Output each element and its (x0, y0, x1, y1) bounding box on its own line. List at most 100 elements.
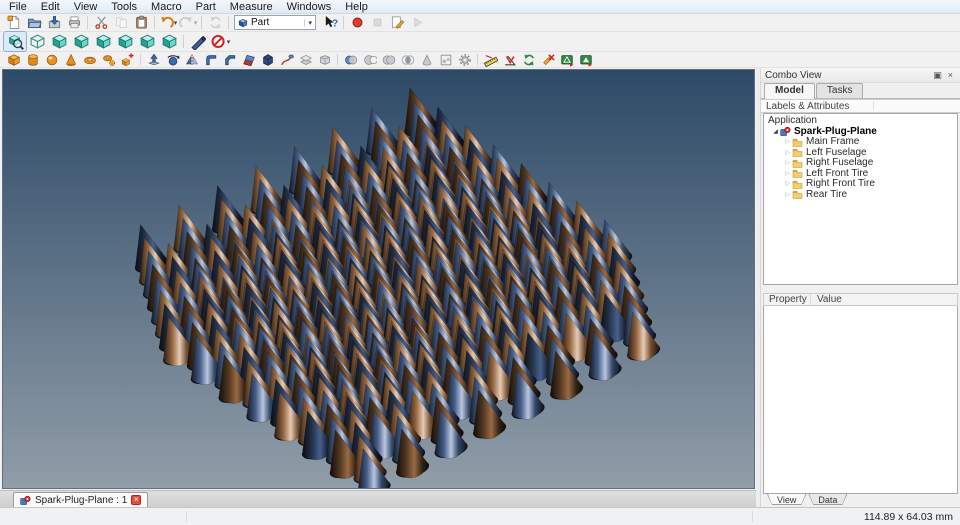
toolbar-button-offset[interactable] (296, 52, 315, 67)
expand-arrow-icon[interactable]: ▷ (783, 148, 792, 159)
toolbar-button-measure-distance[interactable] (187, 32, 209, 51)
expand-arrow-icon[interactable]: ▷ (783, 169, 792, 180)
property-panel-header: Property Value (763, 293, 958, 306)
toolbar-button-compound[interactable] (436, 52, 455, 67)
toolbar-button-connect[interactable] (417, 52, 436, 67)
toolbar-button-play[interactable] (407, 14, 427, 31)
toolbar-button-clipping-plane[interactable]: ▾ (209, 32, 231, 51)
toolbar-button-save[interactable] (44, 14, 64, 31)
tree-item-main-frame[interactable]: ▷ Main Frame (764, 136, 957, 148)
close-tab-icon[interactable]: × (131, 495, 142, 505)
status-dimensions: 114.89 x 64.03 mm (863, 510, 953, 523)
expand-arrow-icon[interactable]: ▷ (783, 137, 792, 148)
toolbar-button-measure-angular[interactable] (500, 52, 519, 67)
toolbar-button-view-left[interactable] (158, 32, 180, 51)
tab-tasks[interactable]: Tasks (815, 83, 864, 98)
toolbar-button-sphere[interactable] (42, 52, 61, 67)
toolbar-button-open[interactable] (24, 14, 44, 31)
toolbar-button-axonometric[interactable] (26, 32, 48, 51)
toolbar-button-boolean[interactable] (341, 52, 360, 67)
toolbar-button-union[interactable] (379, 52, 398, 67)
toolbar-button-record[interactable] (347, 14, 367, 31)
menu-help[interactable]: Help (338, 0, 375, 14)
menu-windows[interactable]: Windows (280, 0, 339, 14)
menu-edit[interactable]: Edit (34, 0, 67, 14)
toolbar-button-toggle-3d[interactable] (557, 52, 576, 67)
tree-item-right-fuselage[interactable]: ▷ Right Fuselage (764, 157, 957, 169)
property-panel-body[interactable] (763, 306, 958, 494)
toolbar-button-extrude[interactable] (144, 52, 163, 67)
expand-arrow-icon[interactable]: ▷ (783, 190, 792, 201)
combo-view-title: Combo View (765, 69, 822, 81)
toolbar-button-clear-measurement[interactable] (538, 52, 557, 67)
tab-view[interactable]: View (767, 494, 806, 505)
toolbar-button-cut[interactable] (91, 14, 111, 31)
toolbar-button-view-bottom[interactable] (136, 32, 158, 51)
document-tab[interactable]: Spark-Plug-Plane : 1 × (13, 492, 149, 507)
toolbar-button-new[interactable] (4, 14, 24, 31)
menu-macro[interactable]: Macro (144, 0, 189, 14)
main-3d-viewport[interactable] (2, 69, 755, 489)
toolbar-button-redo[interactable]: ▾ (178, 14, 198, 31)
tab-model[interactable]: Model (764, 83, 815, 99)
toolbar-button-cut-bool[interactable] (360, 52, 379, 67)
toolbar-button-view-top[interactable] (70, 32, 92, 51)
toolbar-button-compound-tools[interactable] (455, 52, 474, 67)
toolbar-button-whatsthis[interactable]: ? (320, 14, 340, 31)
toolbar-separator (183, 34, 184, 49)
toolbar-button-thickness[interactable] (315, 52, 334, 67)
toolbar-button-copy[interactable] (111, 14, 131, 31)
menu-view[interactable]: View (67, 0, 105, 14)
toolbar-button-refresh[interactable] (205, 14, 225, 31)
toolbar-button-torus[interactable] (80, 52, 99, 67)
tree-item-right-front-tire[interactable]: ▷ Right Front Tire (764, 178, 957, 190)
folder-icon (792, 179, 804, 190)
folder-icon (792, 137, 804, 148)
dropdown-arrow-icon[interactable]: ▾ (174, 19, 178, 27)
toolbar-separator (87, 16, 88, 29)
toolbar-button-view-right[interactable] (92, 32, 114, 51)
toolbar-button-box[interactable] (4, 52, 23, 67)
toolbar-button-cylinder[interactable] (23, 52, 42, 67)
toolbar-button-loft[interactable] (258, 52, 277, 67)
toolbar-separator (154, 16, 155, 29)
float-panel-icon[interactable]: ▣ (930, 70, 945, 80)
toolbar-button-intersection[interactable] (398, 52, 417, 67)
toolbar-button-macro-edit[interactable] (387, 14, 407, 31)
close-panel-icon[interactable]: × (945, 70, 956, 80)
tree-item-document[interactable]: ◢ Spark-Plug-Plane (764, 126, 957, 138)
toolbar-button-sweep[interactable] (277, 52, 296, 67)
toolbar-button-undo[interactable]: ▾ (158, 14, 178, 31)
toolbar-button-ruled-surface[interactable] (239, 52, 258, 67)
toolbar-button-fillet[interactable] (201, 52, 220, 67)
tree-item-application[interactable]: Application (764, 115, 957, 127)
toolbar-button-stop[interactable] (367, 14, 387, 31)
expand-arrow-icon[interactable]: ◢ (771, 127, 780, 138)
toolbar-button-create-primitives[interactable] (99, 52, 118, 67)
menu-measure[interactable]: Measure (223, 0, 280, 14)
toolbar-button-refresh-measurement[interactable] (519, 52, 538, 67)
workbench-selector[interactable]: Part ▾ (234, 15, 316, 30)
toolbar-button-chamfer[interactable] (220, 52, 239, 67)
toolbar-button-revolve[interactable] (163, 52, 182, 67)
dropdown-arrow-icon[interactable]: ▾ (227, 38, 231, 46)
toolbar-button-cone[interactable] (61, 52, 80, 67)
expand-arrow-icon[interactable]: ▷ (783, 179, 792, 190)
toolbar-button-view-front[interactable] (48, 32, 70, 51)
menu-tools[interactable]: Tools (104, 0, 144, 14)
expand-arrow-icon[interactable]: ▷ (783, 158, 792, 169)
tree-item-rear-tire[interactable]: ▷ Rear Tire (764, 189, 957, 201)
toolbar-button-shape-builder[interactable] (118, 52, 137, 67)
menu-part[interactable]: Part (189, 0, 223, 14)
toolbar-button-mirror[interactable] (182, 52, 201, 67)
viewport-canvas[interactable] (3, 70, 754, 488)
dropdown-arrow-icon[interactable]: ▾ (194, 19, 198, 27)
toolbar-button-paste[interactable] (131, 14, 151, 31)
toolbar-button-toggle-delta[interactable] (576, 52, 595, 67)
toolbar-button-print[interactable] (64, 14, 84, 31)
toolbar-button-measure-linear[interactable] (481, 52, 500, 67)
menu-file[interactable]: File (2, 0, 34, 14)
toolbar-button-view-rear[interactable] (114, 32, 136, 51)
tab-data[interactable]: Data (808, 494, 847, 505)
toolbar-button-fit-all[interactable] (3, 31, 27, 52)
